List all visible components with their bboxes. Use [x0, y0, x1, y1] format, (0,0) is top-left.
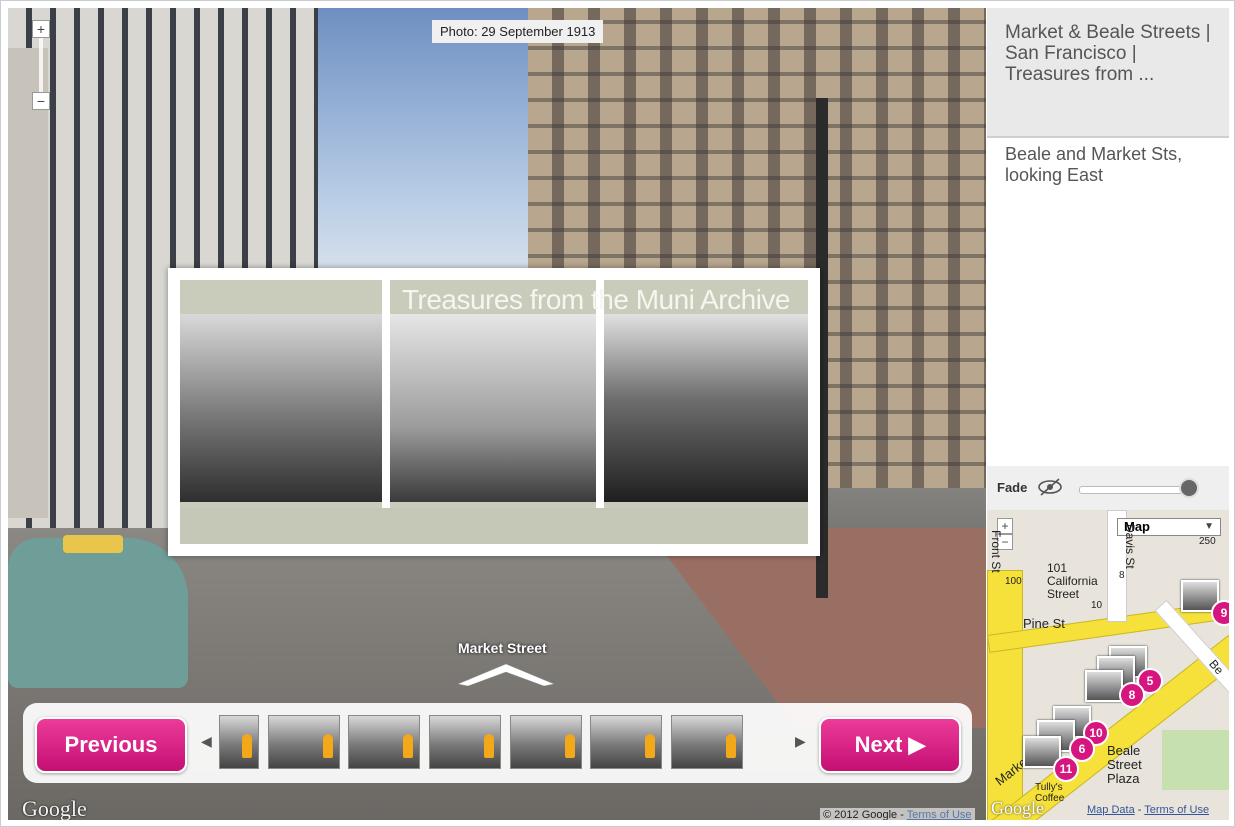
- historic-photo-right: [604, 314, 808, 502]
- photo-caption-strip: [180, 508, 808, 544]
- map-photo-thumbnail[interactable]: [1085, 670, 1123, 702]
- filmstrip-thumbnail[interactable]: [590, 715, 662, 769]
- building-left-edge: [8, 48, 48, 518]
- eye-slash-icon[interactable]: [1037, 478, 1063, 501]
- map-terms-link[interactable]: Terms of Use: [1144, 804, 1209, 816]
- filmstrip-thumbnail[interactable]: [219, 715, 259, 769]
- map-data-link[interactable]: Map Data: [1087, 804, 1135, 816]
- chevron-down-icon: ▼: [1204, 521, 1214, 532]
- filmstrip-thumbnail[interactable]: [268, 715, 340, 769]
- map-label-pine: Pine St: [1023, 616, 1065, 631]
- map-footer: Map Data - Terms of Use: [1087, 804, 1210, 816]
- scroll-right-icon[interactable]: ▶: [795, 733, 806, 750]
- next-button[interactable]: Next ▶: [819, 717, 961, 773]
- map-google-logo: Google: [991, 798, 1044, 818]
- fade-label: Fade: [997, 480, 1028, 495]
- map-pin[interactable]: 11: [1053, 756, 1079, 782]
- filmstrip-thumbnail[interactable]: [348, 715, 420, 769]
- map-label-250: 250: [1199, 536, 1216, 547]
- map-label-front: Front St: [989, 530, 1003, 573]
- taxi-sign: [63, 535, 123, 553]
- historic-photo-panel: Treasures from the Muni Archive: [180, 280, 808, 544]
- map-label-100: 100: [1005, 576, 1022, 587]
- street-name-label: Market Street: [458, 640, 547, 656]
- historic-photo-center: [390, 314, 596, 502]
- panel-title: Market & Beale Streets | San Francisco |…: [987, 8, 1229, 138]
- filmstrip-thumbnail[interactable]: [671, 715, 743, 769]
- map-pin[interactable]: 9: [1211, 600, 1229, 626]
- photo-divider: [382, 280, 390, 544]
- map-label-10: 10: [1091, 600, 1103, 611]
- panel-description: Beale and Market Sts, looking East: [1005, 144, 1183, 185]
- fade-slider-handle[interactable]: [1179, 478, 1199, 498]
- street-zoom-control: + −: [32, 20, 50, 110]
- filmstrip: Previous ◀ ▶ Next ▶: [23, 703, 972, 783]
- copyright-label: © 2012 Google -: [823, 809, 907, 820]
- previous-button[interactable]: Previous: [35, 717, 187, 773]
- filmstrip-thumbnail[interactable]: [429, 715, 501, 769]
- taxi-car: [8, 538, 188, 688]
- map-label-davis: Davis St: [1123, 524, 1137, 569]
- photo-divider: [596, 280, 604, 544]
- map-pin[interactable]: 8: [1119, 682, 1145, 708]
- filmstrip-thumbnail[interactable]: [510, 715, 582, 769]
- map-label-8: 8: [1119, 570, 1125, 581]
- fade-control: Fade: [987, 466, 1229, 510]
- terms-link[interactable]: Terms of Use: [907, 809, 972, 820]
- sky: [298, 8, 538, 278]
- historic-photo-overlay[interactable]: Treasures from the Muni Archive: [168, 268, 820, 556]
- zoom-in-button[interactable]: +: [32, 20, 50, 38]
- photo-date-label: Photo: 29 September 1913: [432, 20, 604, 43]
- google-logo: Google: [22, 796, 87, 820]
- map-label-building: 101 California Street: [1047, 561, 1098, 601]
- fade-slider-track[interactable]: [1079, 486, 1195, 494]
- mini-map[interactable]: + − Map ▼ 101 California Street Pine St F…: [987, 510, 1229, 820]
- historic-photo-left: [180, 314, 382, 502]
- zoom-slider[interactable]: [39, 38, 43, 92]
- forward-arrow-icon[interactable]: [458, 662, 554, 686]
- zoom-out-button[interactable]: −: [32, 92, 50, 110]
- overlay-title: Treasures from the Muni Archive: [401, 284, 791, 315]
- map-label-beale-plaza: Beale Street Plaza: [1107, 743, 1142, 786]
- info-panel: Market & Beale Streets | San Francisco |…: [987, 8, 1229, 820]
- copyright-text: © 2012 Google - Terms of Use: [820, 808, 975, 820]
- scroll-left-icon[interactable]: ◀: [201, 733, 212, 750]
